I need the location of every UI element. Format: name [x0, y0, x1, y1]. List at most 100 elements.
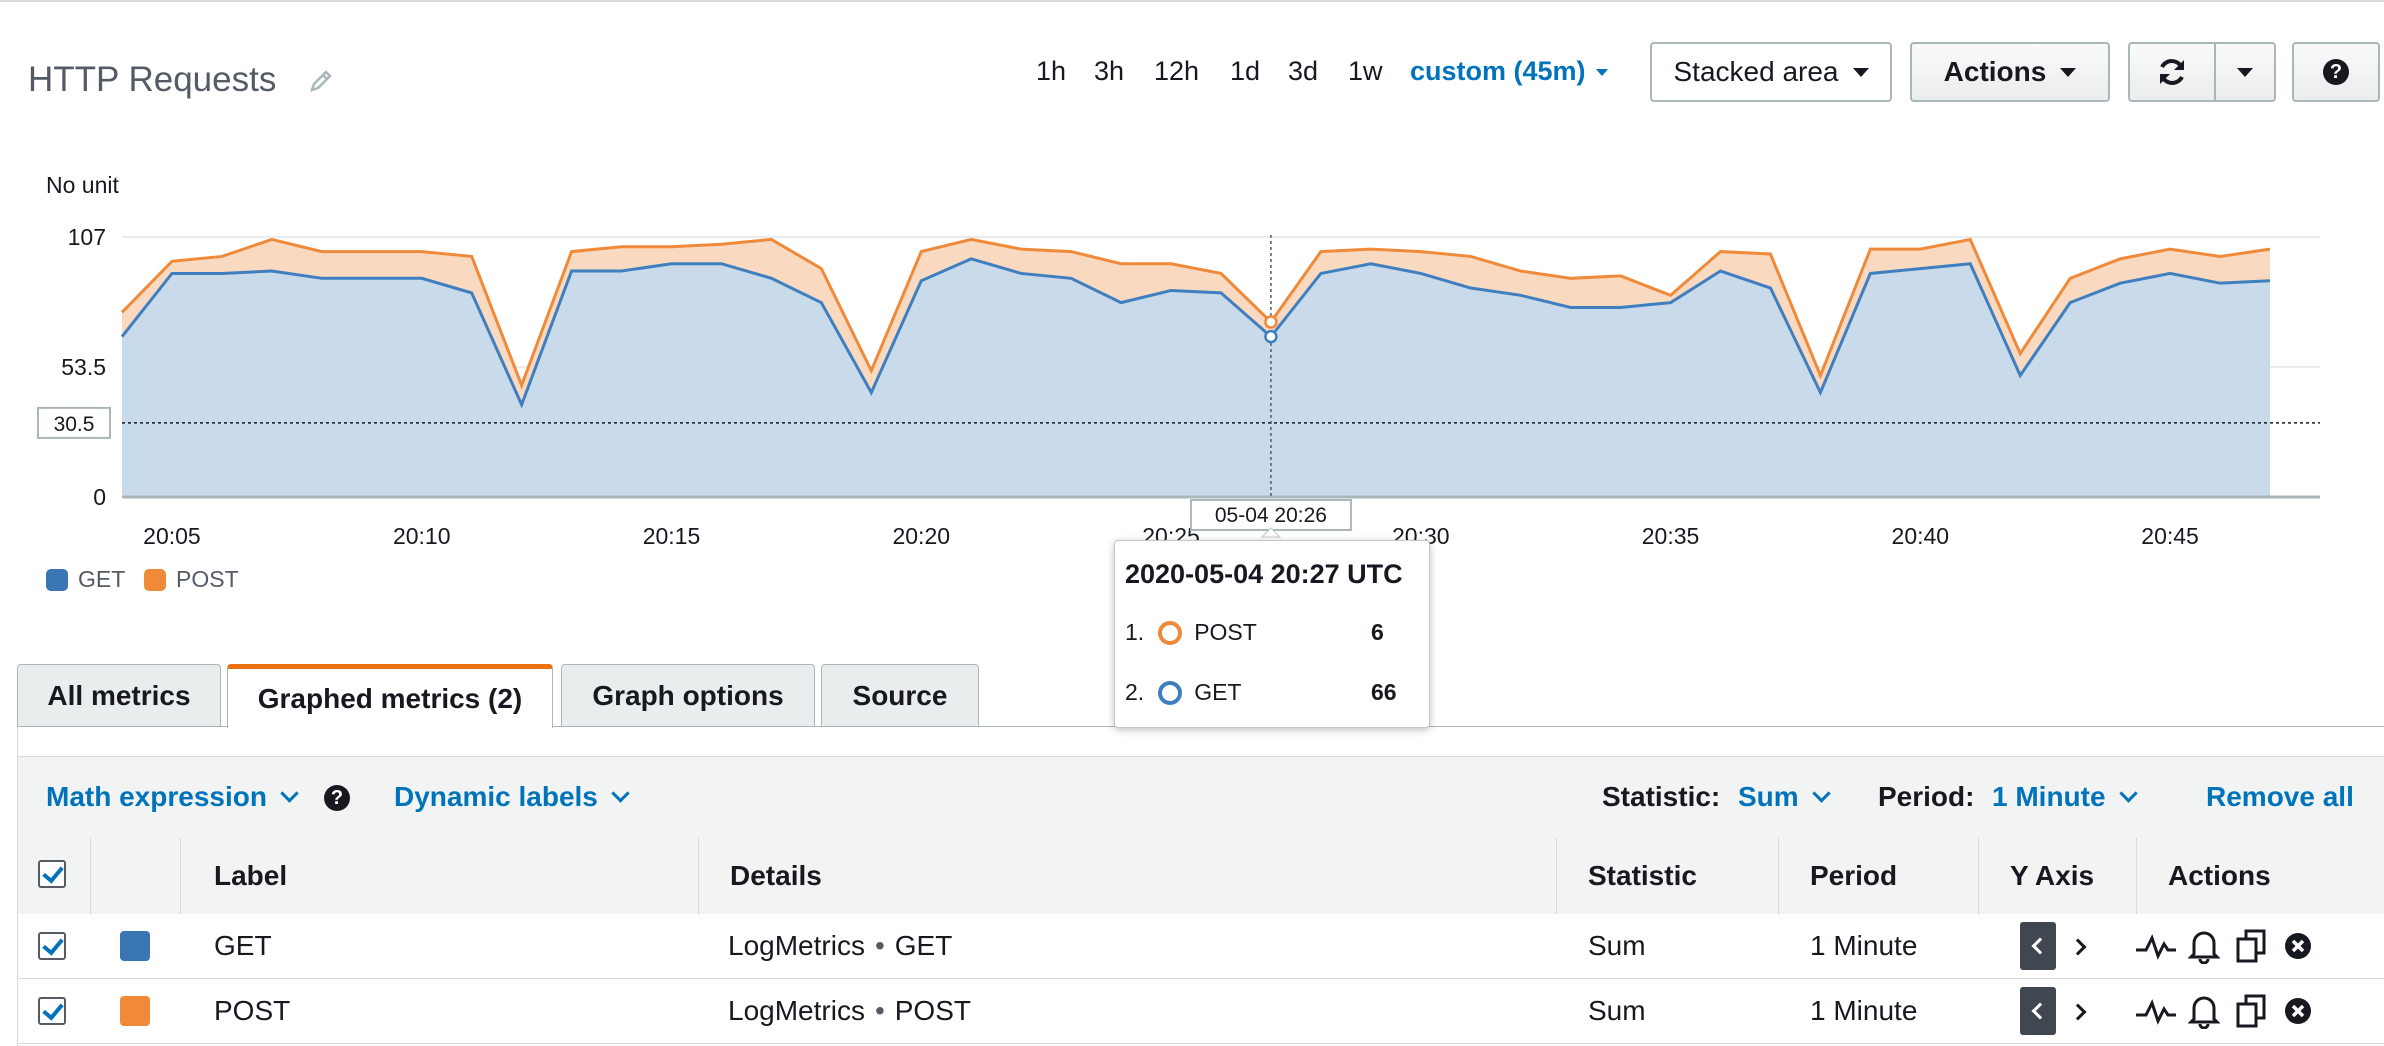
- column-header-label[interactable]: Label: [214, 838, 287, 914]
- series-color-swatch[interactable]: [120, 996, 150, 1026]
- area-get: [122, 258, 2270, 497]
- period-value: 1 Minute: [1992, 781, 2106, 812]
- edit-title-icon[interactable]: [306, 66, 336, 96]
- refresh-icon: [2160, 59, 2184, 85]
- column-header-details[interactable]: Details: [730, 838, 822, 914]
- separator-dot: •: [874, 995, 885, 1026]
- range-custom[interactable]: custom (45m): [1410, 56, 1608, 87]
- column-divider: [1778, 838, 1779, 914]
- row-checkbox[interactable]: [38, 932, 66, 960]
- chart[interactable]: 30.5053.510720:05 20:10 20:15 20:20 20:25 20:…: [0, 160, 2384, 600]
- chevron-down-icon: [1811, 784, 1831, 803]
- statistic-dropdown[interactable]: Sum: [1738, 781, 1831, 813]
- view-select-label: Stacked area: [1673, 56, 1839, 87]
- range-1h[interactable]: 1h: [1036, 56, 1066, 87]
- row-label[interactable]: POST: [214, 979, 290, 1043]
- view-select[interactable]: Stacked area: [1650, 42, 1892, 102]
- tab-all-metrics[interactable]: All metrics: [17, 664, 221, 726]
- table-row: POST LogMetrics • POST Sum 1 Minute: [18, 979, 2384, 1044]
- column-header-period[interactable]: Period: [1810, 838, 1897, 914]
- y-axis-right-button[interactable]: [2069, 938, 2087, 956]
- column-header-y-axis[interactable]: Y Axis: [2010, 838, 2094, 914]
- duplicate-icon[interactable]: [2234, 993, 2268, 1029]
- tooltip-value-post: 6: [1371, 619, 1384, 645]
- row-period[interactable]: 1 Minute: [1810, 979, 1917, 1043]
- row-period[interactable]: 1 Minute: [1810, 914, 1917, 978]
- x-tick-label: 20:15: [643, 523, 701, 549]
- row-metric: POST: [894, 995, 971, 1026]
- remove-metric-icon[interactable]: [2284, 997, 2312, 1025]
- range-12h[interactable]: 12h: [1154, 56, 1199, 87]
- legend-label-get: GET: [78, 566, 126, 592]
- help-button[interactable]: ?: [2292, 42, 2380, 102]
- x-tick-label: 20:35: [1642, 523, 1700, 549]
- row-label[interactable]: GET: [214, 914, 272, 978]
- refresh-button[interactable]: [2128, 42, 2216, 102]
- y-axis-left-button[interactable]: [2020, 987, 2056, 1035]
- remove-metric-icon[interactable]: [2284, 932, 2312, 960]
- tab-graphed-metrics[interactable]: Graphed metrics (2): [227, 664, 553, 728]
- period-label: Period:: [1878, 781, 1975, 812]
- dynamic-labels-dropdown[interactable]: Dynamic labels: [394, 781, 630, 813]
- remove-all-link[interactable]: Remove all: [2206, 781, 2354, 813]
- tooltip-row-post: 1. POST: [1125, 619, 1257, 646]
- legend-post[interactable]: POST: [144, 566, 239, 593]
- caret-down-icon: [1595, 69, 1608, 77]
- dynamic-labels-label: Dynamic labels: [394, 781, 598, 812]
- separator-dot: •: [874, 930, 885, 961]
- caret-down-icon: [1852, 67, 1869, 77]
- help-icon[interactable]: ?: [324, 785, 350, 811]
- row-checkbox[interactable]: [38, 997, 66, 1025]
- tab-source[interactable]: Source: [821, 664, 979, 726]
- series-ring-icon: [1158, 680, 1183, 705]
- refresh-options-button[interactable]: [2214, 42, 2276, 102]
- crosshair-label: 05-04 20:26: [1215, 504, 1327, 527]
- row-statistic[interactable]: Sum: [1588, 914, 1646, 978]
- crosshair-point-get: [1264, 329, 1278, 344]
- x-tick-label: 20:40: [1892, 523, 1950, 549]
- range-1d[interactable]: 1d: [1230, 56, 1260, 87]
- row-statistic[interactable]: Sum: [1588, 979, 1646, 1043]
- x-tick-label: 20:10: [393, 523, 451, 549]
- alarm-bell-icon[interactable]: [2188, 993, 2220, 1029]
- graph-title: HTTP Requests: [28, 60, 277, 99]
- row-metric: GET: [894, 930, 953, 961]
- top-border: [0, 0, 2384, 2]
- tab-graph-options[interactable]: Graph options: [561, 664, 815, 726]
- range-3d[interactable]: 3d: [1288, 56, 1318, 87]
- chevron-down-icon: [611, 784, 630, 803]
- chevron-down-icon: [280, 784, 299, 803]
- caret-down-icon: [2060, 67, 2077, 77]
- column-header-statistic[interactable]: Statistic: [1588, 838, 1697, 914]
- tooltip-series-name: GET: [1194, 679, 1242, 705]
- series-ring-icon: [1158, 620, 1183, 645]
- duplicate-icon[interactable]: [2234, 928, 2268, 964]
- column-divider: [90, 838, 91, 914]
- threshold-label: 30.5: [54, 413, 95, 436]
- row-details: LogMetrics • POST: [728, 979, 971, 1043]
- caret-down-icon: [2237, 67, 2253, 77]
- actions-button[interactable]: Actions: [1910, 42, 2110, 102]
- legend-get[interactable]: GET: [46, 566, 125, 593]
- range-1w[interactable]: 1w: [1348, 56, 1383, 87]
- legend-swatch-get: [46, 568, 68, 591]
- data-tooltip: 2020-05-04 20:27 UTC 1. POST 6 2. GET 66: [1114, 540, 1430, 728]
- x-tick-label: 20:05: [143, 523, 201, 549]
- tooltip-row-get: 2. GET: [1125, 679, 1241, 706]
- math-expression-dropdown[interactable]: Math expression: [46, 781, 299, 813]
- y-axis-left-button[interactable]: [2020, 922, 2056, 970]
- period-dropdown[interactable]: 1 Minute: [1992, 781, 2138, 813]
- select-all-checkbox[interactable]: [38, 860, 66, 888]
- y-axis-right-button[interactable]: [2069, 1003, 2087, 1021]
- range-3h[interactable]: 3h: [1094, 56, 1124, 87]
- alarm-bell-icon[interactable]: [2188, 928, 2220, 964]
- legend-swatch-post: [144, 568, 166, 591]
- column-header-actions[interactable]: Actions: [2168, 838, 2271, 914]
- series-color-swatch[interactable]: [120, 931, 150, 961]
- range-custom-label: custom (45m): [1410, 56, 1586, 86]
- crosshair-point-post: [1264, 315, 1278, 329]
- graph-line-icon[interactable]: [2134, 930, 2178, 962]
- column-divider: [1556, 838, 1557, 914]
- graph-line-icon[interactable]: [2134, 995, 2178, 1027]
- statistic-label: Statistic:: [1602, 781, 1721, 812]
